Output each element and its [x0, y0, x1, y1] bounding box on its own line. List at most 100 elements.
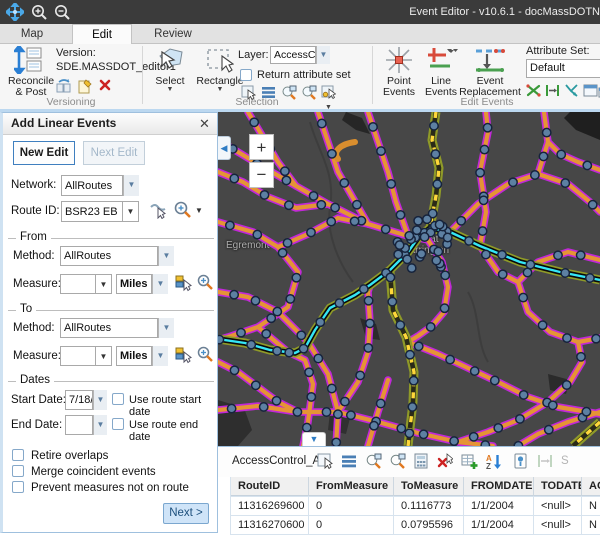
line-events-icon — [426, 46, 458, 74]
cell-tomeasure: 0.1116773 — [394, 497, 464, 515]
new-edit-button[interactable]: New Edit — [13, 141, 75, 165]
start-date-combo[interactable]: 7/18/ ▼ — [65, 390, 107, 410]
chevron-down-icon: ▼ — [158, 246, 174, 266]
versioning-group-label: Versioning — [0, 95, 142, 109]
attribute-set-label: Attribute Set: — [526, 45, 590, 57]
table-row[interactable]: 11316270600 0 0.0795596 1/1/2004 <null> … — [230, 516, 600, 535]
network-select[interactable]: AllRoutes ▼ — [61, 175, 139, 196]
use-route-end-date-checkbox[interactable] — [112, 418, 124, 430]
select-route-on-map-icon[interactable] — [149, 201, 167, 224]
cell-fromdate: 1/1/2004 — [464, 497, 534, 515]
sort-icon[interactable]: AZ — [485, 453, 502, 470]
map-zoom-in-button[interactable]: + — [249, 134, 274, 160]
prevent-measures-checkbox[interactable] — [12, 481, 24, 493]
use-route-start-date-label: Use route start date — [129, 394, 217, 418]
event-replacement-button[interactable]: Event Replacement — [460, 46, 520, 98]
attribute-grid: RouteID FromMeasure ToMeasure FROMDATE T… — [230, 477, 600, 535]
save-tool-disabled: S — [561, 455, 569, 467]
expand-table-button[interactable]: ▼ — [302, 432, 326, 446]
tab-review[interactable]: Review — [142, 24, 204, 44]
attribute-table-panel: AccessControl_A AZ S — [218, 446, 600, 533]
column-header[interactable]: FROMDATE — [464, 477, 534, 496]
select-tool-button[interactable]: Select▼ — [148, 46, 192, 98]
from-zoom-icon[interactable] — [196, 273, 214, 296]
pan-to-selected-icon[interactable] — [389, 453, 406, 470]
table-header-row: RouteID FromMeasure ToMeasure FROMDATE T… — [230, 477, 600, 497]
from-method-label: Method: — [13, 250, 55, 262]
column-header[interactable]: FromMeasure — [309, 477, 394, 496]
from-method-select[interactable]: AllRoutes ▼ — [60, 246, 174, 266]
to-measure-on-map-icon[interactable] — [175, 346, 193, 369]
table-row[interactable]: 11316269600 0 0.1116773 1/1/2004 <null> … — [230, 497, 600, 516]
to-measure-combo[interactable]: ▼ — [60, 346, 112, 366]
tab-edit[interactable]: Edit — [72, 24, 132, 45]
show-selected-icon[interactable] — [341, 453, 358, 470]
zoom-to-route-icon[interactable] — [173, 200, 192, 224]
cell-access: N — [582, 516, 600, 534]
from-measure-combo[interactable]: ▼ — [60, 274, 112, 294]
end-date-combo[interactable]: ▼ — [65, 415, 107, 435]
dates-legend: Dates — [16, 374, 54, 386]
cell-fromdate: 1/1/2004 — [464, 516, 534, 534]
next-button[interactable]: Next > — [163, 503, 209, 524]
retire-overlaps-checkbox[interactable] — [12, 449, 24, 461]
point-events-button[interactable]: Point Events — [380, 46, 418, 98]
map-canvas[interactable]: Egremont Great Barrington ◀ + − ▼ — [218, 112, 600, 446]
line-events-button[interactable]: Line Events — [422, 46, 460, 98]
from-unit-select[interactable]: Miles ▼ — [116, 274, 168, 294]
cell-routeid: 11316269600 — [231, 497, 309, 515]
prevent-measures-label: Prevent measures not on route — [31, 482, 189, 494]
reconcile-post-button[interactable]: Reconcile & Post — [8, 46, 54, 98]
attribute-set-select[interactable]: Default — [526, 59, 600, 78]
from-measure-label: Measure: — [13, 278, 61, 290]
app-title: Event Editor - v10.6.1 - docMassDOTN — [270, 0, 600, 24]
select-records-icon[interactable] — [317, 453, 334, 470]
rectangle-select-icon — [206, 46, 234, 74]
chevron-down-icon: ▼ — [152, 346, 168, 366]
pan-icon[interactable] — [6, 3, 24, 21]
chevron-down-icon: ▼ — [96, 346, 112, 366]
map-label-great-barrington: Great Barrington — [398, 234, 454, 256]
tab-map[interactable]: Map — [8, 24, 56, 44]
column-header[interactable]: TODATE — [534, 477, 582, 496]
add-linear-events-panel: Add Linear Events ✕ New Edit Next Edit N… — [0, 112, 218, 533]
return-attribute-set-checkbox[interactable] — [240, 69, 252, 81]
add-record-icon[interactable] — [461, 453, 478, 470]
route-id-select[interactable]: BSR23 EB ▼ — [61, 201, 139, 222]
chevron-down-icon: ▼ — [158, 318, 174, 338]
column-header[interactable]: AC — [582, 477, 600, 496]
merge-coincident-checkbox[interactable] — [12, 465, 24, 477]
zoom-in-icon[interactable] — [30, 3, 48, 21]
merge-coincident-label: Merge coincident events — [31, 466, 156, 478]
panel-title: Add Linear Events — [11, 116, 116, 130]
version-label: Version: — [56, 47, 96, 59]
chevron-down-icon: ▼ — [96, 274, 112, 294]
collapse-panel-button[interactable]: ◀ — [218, 136, 231, 160]
start-date-label: Start Date: — [11, 394, 66, 406]
reconcile-icon — [14, 46, 46, 74]
to-method-select[interactable]: AllRoutes ▼ — [60, 318, 174, 338]
zoom-route-caret-icon[interactable]: ▼ — [195, 206, 203, 215]
end-date-label: End Date: — [11, 419, 62, 431]
map-zoom-out-button[interactable]: − — [249, 162, 274, 188]
chevron-down-icon: ▼ — [93, 415, 107, 435]
column-header[interactable]: ToMeasure — [394, 477, 464, 496]
identify-icon[interactable] — [513, 453, 530, 470]
close-icon[interactable]: ✕ — [199, 116, 210, 132]
from-measure-on-map-icon[interactable] — [175, 274, 193, 297]
next-edit-button[interactable]: Next Edit — [83, 141, 145, 165]
use-route-start-date-checkbox[interactable] — [112, 393, 124, 405]
to-unit-select[interactable]: Miles ▼ — [116, 346, 168, 366]
layer-select[interactable]: AccessControl_A ▼ — [270, 46, 330, 64]
svg-text:Z: Z — [486, 462, 491, 470]
delete-selected-icon[interactable] — [437, 453, 454, 470]
field-calculator-icon[interactable] — [413, 453, 430, 470]
map-label-egremont: Egremont — [226, 240, 269, 251]
zoom-out-icon[interactable] — [53, 3, 71, 21]
zoom-to-selected-icon[interactable] — [365, 453, 382, 470]
cell-todate: <null> — [534, 497, 582, 515]
point-events-icon — [385, 46, 413, 74]
to-zoom-icon[interactable] — [196, 345, 214, 368]
column-header[interactable]: RouteID — [231, 477, 309, 496]
cell-tomeasure: 0.0795596 — [394, 516, 464, 534]
